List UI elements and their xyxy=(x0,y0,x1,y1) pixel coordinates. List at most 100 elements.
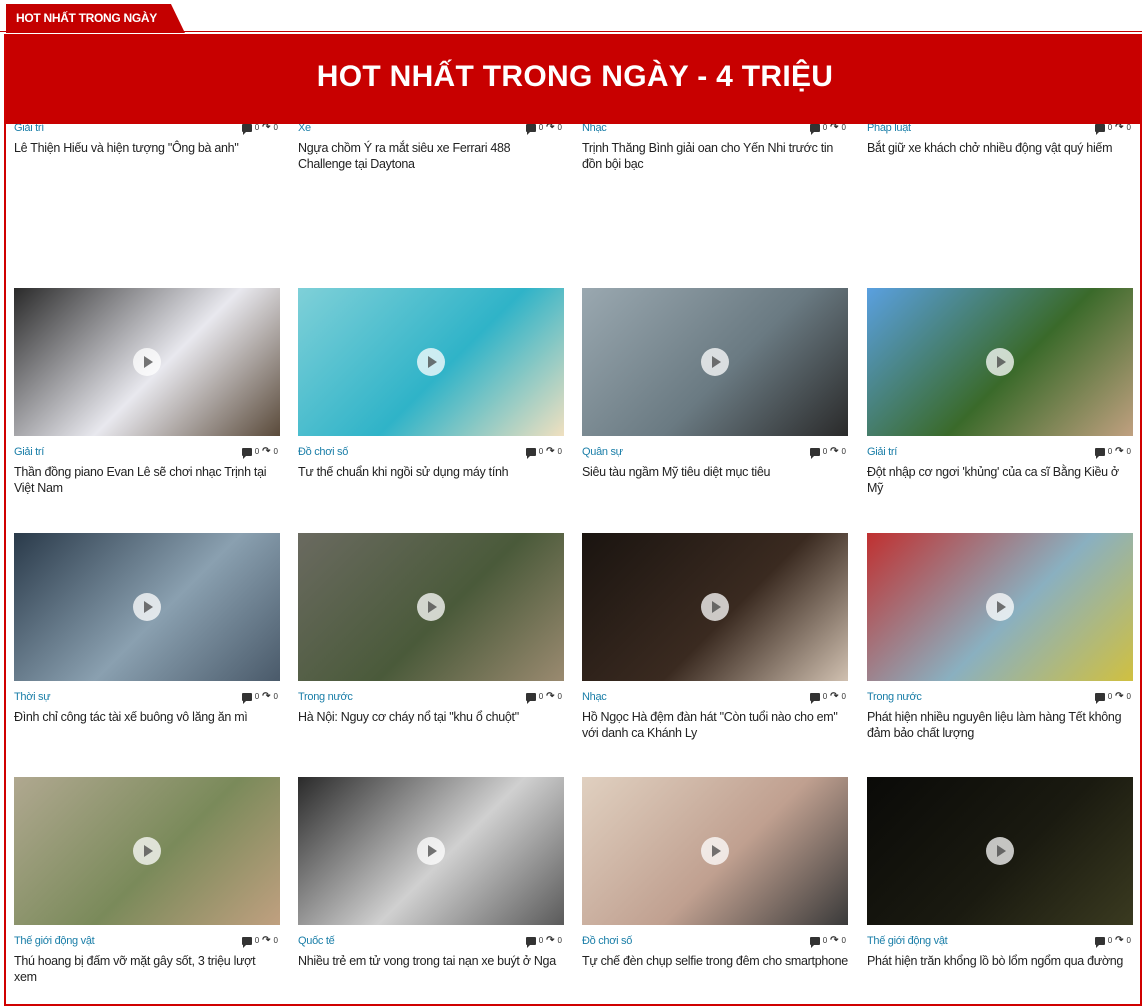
article-category[interactable]: Đồ chơi số xyxy=(298,446,348,458)
article-title[interactable]: Đột nhập cơ ngơi 'khủng' của ca sĩ Bằng … xyxy=(867,464,1133,496)
article-card[interactable]: Thế giới động vật 0 ↷ 0 Thú hoang bị đấm vỡ … xyxy=(14,777,280,985)
article-thumbnail[interactable] xyxy=(298,288,564,436)
article-category[interactable]: Trong nước xyxy=(867,691,922,703)
share-icon[interactable]: ↷ xyxy=(1115,446,1123,456)
comment-icon[interactable] xyxy=(241,692,252,704)
comment-icon[interactable] xyxy=(809,123,820,135)
article-title[interactable]: Siêu tàu ngầm Mỹ tiêu diệt mục tiêu xyxy=(582,464,848,480)
article-thumbnail[interactable] xyxy=(867,777,1133,925)
article-title[interactable]: Ngựa chồm Ý ra mắt siêu xe Ferrari 488 C… xyxy=(298,140,564,172)
article-thumbnail[interactable] xyxy=(582,533,848,681)
comment-icon[interactable] xyxy=(241,447,252,459)
article-card[interactable]: Giải trí 0 ↷ 0 Thần đồng piano Evan Lê sẽ ch… xyxy=(14,288,280,496)
article-thumbnail[interactable] xyxy=(867,533,1133,681)
play-icon[interactable] xyxy=(701,837,729,865)
share-count: 0 xyxy=(841,447,846,456)
play-icon[interactable] xyxy=(133,837,161,865)
article-card[interactable]: Quốc tế 0 ↷ 0 Nhiều trẻ em tử vong trong tai… xyxy=(298,777,564,969)
article-thumbnail[interactable] xyxy=(14,777,280,925)
article-title[interactable]: Tư thế chuẩn khi ngồi sử dụng máy tính xyxy=(298,464,564,480)
article-title[interactable]: Phát hiện trăn khổng lồ bò lổm ngổm qua … xyxy=(867,953,1133,969)
article-category[interactable]: Thế giới động vật xyxy=(14,935,95,947)
article-card[interactable]: Giải trí 0 ↷ 0 Đột nhập cơ ngơi 'khủng' của … xyxy=(867,288,1133,496)
article-title[interactable]: Hà Nội: Nguy cơ cháy nổ tại "khu ổ chuột… xyxy=(298,709,564,725)
comment-icon[interactable] xyxy=(525,936,536,948)
play-icon[interactable] xyxy=(133,348,161,376)
article-title[interactable]: Nhiều trẻ em tử vong trong tai nạn xe bu… xyxy=(298,953,564,969)
article-category[interactable]: Thế giới động vật xyxy=(867,935,948,947)
comment-icon[interactable] xyxy=(241,936,252,948)
article-thumbnail[interactable] xyxy=(298,533,564,681)
article-card[interactable]: Đồ chơi số 0 ↷ 0 Tự chế đèn chụp selfie tron… xyxy=(582,777,848,969)
article-category[interactable]: Quân sự xyxy=(582,446,623,458)
article-card[interactable]: Thời sự 0 ↷ 0 Đình chỉ công tác tài xế buông… xyxy=(14,533,280,725)
article-card[interactable]: Trong nước 0 ↷ 0 Phát hiện nhiều nguyên liệu… xyxy=(867,533,1133,741)
play-icon[interactable] xyxy=(417,593,445,621)
share-icon[interactable]: ↷ xyxy=(546,446,554,456)
share-icon[interactable]: ↷ xyxy=(830,446,838,456)
article-thumbnail[interactable] xyxy=(14,288,280,436)
comment-icon[interactable] xyxy=(1094,447,1105,459)
article-thumbnail[interactable] xyxy=(298,777,564,925)
play-icon[interactable] xyxy=(986,593,1014,621)
article-category[interactable]: Giải trí xyxy=(867,446,897,458)
article-thumbnail[interactable] xyxy=(14,533,280,681)
share-icon[interactable]: ↷ xyxy=(1115,935,1123,945)
article-card[interactable]: Quân sự 0 ↷ 0 Siêu tàu ngầm Mỹ tiêu diệt mục… xyxy=(582,288,848,480)
article-category[interactable]: Quốc tế xyxy=(298,935,335,947)
article-title[interactable]: Đình chỉ công tác tài xế buông vô lăng ă… xyxy=(14,709,280,725)
article-category[interactable]: Giải trí xyxy=(14,446,44,458)
share-icon[interactable]: ↷ xyxy=(546,935,554,945)
article-card[interactable]: Đồ chơi số 0 ↷ 0 Tư thế chuẩn khi ngồi sử dụ… xyxy=(298,288,564,480)
article-thumbnail[interactable] xyxy=(582,288,848,436)
article-title[interactable]: Trịnh Thăng Bình giải oan cho Yến Nhi tr… xyxy=(582,140,848,172)
article-title[interactable]: Thú hoang bị đấm vỡ mặt gây sốt, 3 triệu… xyxy=(14,953,280,985)
share-icon[interactable]: ↷ xyxy=(1115,691,1123,701)
share-icon[interactable]: ↷ xyxy=(262,446,270,456)
comment-icon[interactable] xyxy=(1094,692,1105,704)
article-thumbnail[interactable] xyxy=(582,777,848,925)
share-icon[interactable]: ↷ xyxy=(546,122,554,132)
share-icon[interactable]: ↷ xyxy=(1115,122,1123,132)
section-tab[interactable]: HOT NHẤT TRONG NGÀY xyxy=(6,4,185,33)
share-count: 0 xyxy=(841,936,846,945)
comment-icon[interactable] xyxy=(809,936,820,948)
article-category[interactable]: Nhạc xyxy=(582,691,607,703)
article-card[interactable]: Trong nước 0 ↷ 0 Hà Nội: Nguy cơ cháy nổ tại… xyxy=(298,533,564,725)
comment-icon[interactable] xyxy=(1094,936,1105,948)
article-category[interactable]: Thời sự xyxy=(14,691,51,703)
article-title[interactable]: Lê Thiện Hiếu và hiện tượng "Ông bà anh" xyxy=(14,140,280,156)
play-icon[interactable] xyxy=(986,348,1014,376)
article-card[interactable]: Thế giới động vật 0 ↷ 0 Phát hiện trăn khổng… xyxy=(867,777,1133,969)
play-icon[interactable] xyxy=(417,837,445,865)
article-stats: 0 ↷ 0 xyxy=(1094,935,1131,948)
share-icon[interactable]: ↷ xyxy=(830,691,838,701)
play-icon[interactable] xyxy=(133,593,161,621)
share-icon[interactable]: ↷ xyxy=(262,122,270,132)
article-title[interactable]: Thần đồng piano Evan Lê sẽ chơi nhạc Trị… xyxy=(14,464,280,496)
share-icon[interactable]: ↷ xyxy=(830,122,838,132)
play-icon[interactable] xyxy=(417,348,445,376)
comment-icon[interactable] xyxy=(241,123,252,135)
article-title[interactable]: Tự chế đèn chụp selfie trong đêm cho sma… xyxy=(582,953,848,969)
comment-icon[interactable] xyxy=(1094,123,1105,135)
play-icon[interactable] xyxy=(701,348,729,376)
comment-icon[interactable] xyxy=(525,692,536,704)
article-thumbnail[interactable] xyxy=(867,288,1133,436)
comment-icon[interactable] xyxy=(525,447,536,459)
share-icon[interactable]: ↷ xyxy=(830,935,838,945)
share-icon[interactable]: ↷ xyxy=(546,691,554,701)
comment-icon[interactable] xyxy=(809,692,820,704)
article-card[interactable]: Nhạc 0 ↷ 0 Hồ Ngọc Hà đệm đàn hát "Còn tuổi … xyxy=(582,533,848,741)
share-icon[interactable]: ↷ xyxy=(262,935,270,945)
play-icon[interactable] xyxy=(701,593,729,621)
article-title[interactable]: Hồ Ngọc Hà đệm đàn hát "Còn tuổi nào cho… xyxy=(582,709,848,741)
play-icon[interactable] xyxy=(986,837,1014,865)
article-category[interactable]: Đồ chơi số xyxy=(582,935,632,947)
article-title[interactable]: Phát hiện nhiều nguyên liệu làm hàng Tết… xyxy=(867,709,1133,741)
share-icon[interactable]: ↷ xyxy=(262,691,270,701)
comment-icon[interactable] xyxy=(809,447,820,459)
comment-icon[interactable] xyxy=(525,123,536,135)
article-title[interactable]: Bắt giữ xe khách chở nhiều động vật quý … xyxy=(867,140,1133,156)
article-category[interactable]: Trong nước xyxy=(298,691,353,703)
